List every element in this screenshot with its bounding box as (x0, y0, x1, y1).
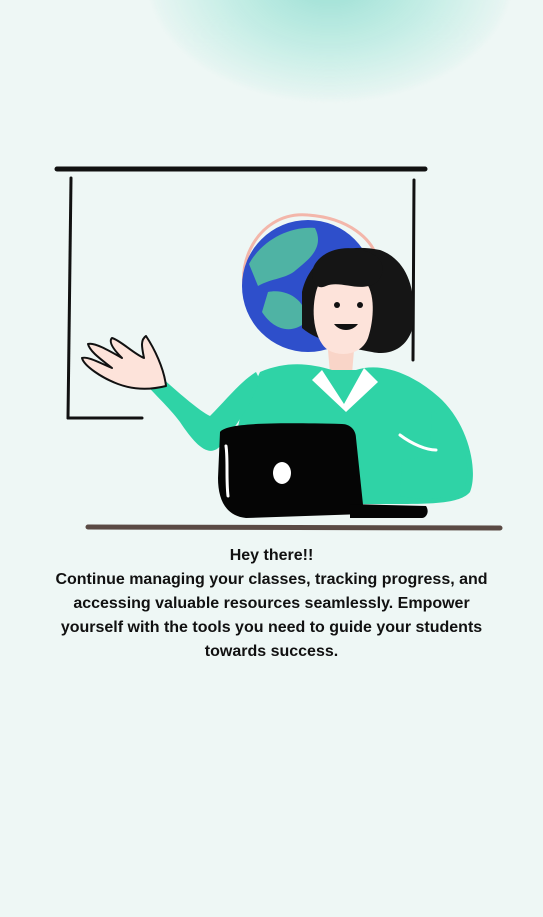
teacher-illustration (54, 166, 503, 531)
eye-left (334, 302, 340, 308)
hand (81, 335, 167, 390)
decorative-blob (150, 0, 510, 100)
desk-line (85, 524, 503, 531)
greeting-text: Hey there!! (229, 547, 314, 564)
eye-right (357, 302, 363, 308)
welcome-body-text: Continue managing your classes, tracking… (55, 571, 488, 660)
welcome-message: Hey there!! Continue managing your class… (40, 544, 503, 664)
